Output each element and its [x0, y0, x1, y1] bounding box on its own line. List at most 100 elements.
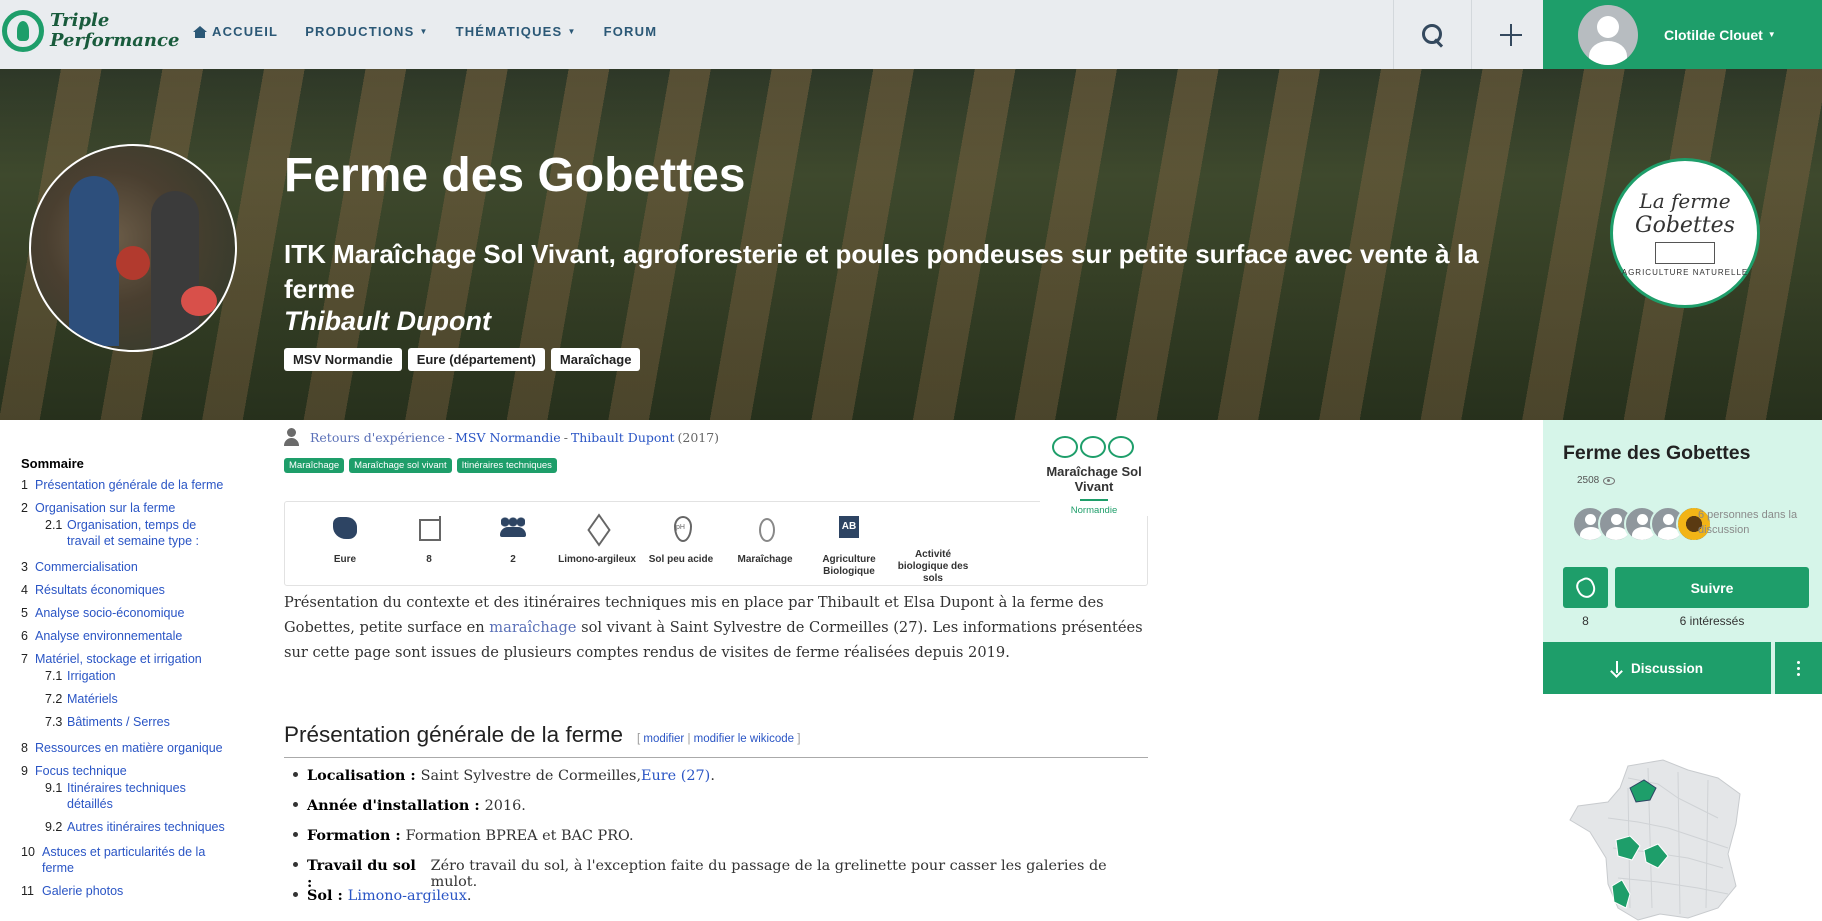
people-icon — [499, 514, 527, 542]
toc-item[interactable]: 9 Focus technique — [21, 763, 241, 779]
arrow-down-icon — [1611, 661, 1623, 675]
toc-item[interactable]: 3 Commercialisation — [21, 559, 241, 575]
soil-link[interactable]: Limono-argileux — [348, 888, 467, 904]
breadcrumb-link[interactable]: Thibault Dupont — [571, 430, 675, 445]
user-menu[interactable]: Clotilde Clouet ▼ — [1543, 0, 1822, 69]
clapping-hands-icon — [1573, 574, 1598, 601]
toc-item[interactable]: 2.1 Organisation, temps de travail et sem… — [21, 517, 221, 549]
toc-item[interactable]: 1 Présentation générale de la ferme — [21, 477, 241, 493]
clap-count: 8 — [1582, 614, 1589, 628]
search-button[interactable] — [1393, 0, 1471, 69]
section-edit-links: [ modifier | modifier le wikicode ] — [636, 733, 801, 745]
wheat-logo-icon — [2, 10, 44, 52]
breadcrumb-separator: - — [447, 429, 453, 445]
edit-wikicode-link[interactable]: modifier le wikicode — [694, 733, 794, 745]
info-item-soil[interactable]: Limono-argileux — [555, 514, 639, 585]
toc-item[interactable]: 6 Analyse environnementale — [21, 628, 241, 644]
toc-item[interactable]: 8 Ressources en matière organique — [21, 740, 241, 756]
panel-title: Ferme des Gobettes — [1563, 442, 1751, 464]
hero-tag[interactable]: Eure (département) — [407, 348, 545, 371]
info-item-production[interactable]: Maraîchage — [723, 514, 807, 585]
clap-button[interactable] — [1563, 567, 1608, 608]
ph-icon — [667, 514, 695, 542]
list-item: Travail du sol : Zéro travail du sol, à l… — [284, 857, 1154, 891]
nav-forum-label: FORUM — [603, 24, 658, 39]
caret-down-icon: ▼ — [567, 27, 577, 36]
toc-item[interactable]: 2 Organisation sur la ferme — [21, 500, 241, 516]
info-item-organic: Agriculture Biologique — [807, 514, 891, 585]
discussion-button[interactable]: Discussion — [1543, 642, 1771, 694]
vegetable-icon — [751, 514, 779, 542]
caret-down-icon: ▼ — [419, 27, 429, 36]
page-subtitle: ITK Maraîchage Sol Vivant, agroforesteri… — [284, 239, 1479, 304]
more-options-button[interactable] — [1775, 642, 1822, 694]
maraichage-link[interactable]: maraîchage — [489, 619, 576, 636]
farm-info-box: Eure 8 2 Limono-argileux Sol peu acide M… — [284, 501, 1148, 586]
breadcrumb-link[interactable]: MSV Normandie — [455, 430, 561, 445]
eure-link[interactable]: Eure (27) — [641, 768, 710, 784]
follow-button[interactable]: Suivre — [1615, 567, 1809, 608]
hero-tag[interactable]: Maraîchage — [550, 348, 641, 371]
soil-activity-icon — [919, 514, 947, 537]
home-icon — [193, 25, 207, 38]
logo-line-1: Triple — [50, 10, 110, 31]
table-of-contents: Sommaire 1 Présentation générale de la fe… — [21, 456, 241, 906]
kebab-menu-icon — [1797, 660, 1800, 664]
list-item: Localisation : Saint Sylvestre de Cormeil… — [284, 767, 1154, 797]
edit-link[interactable]: modifier — [643, 733, 684, 745]
toc-item[interactable]: 7.1 Irrigation — [21, 668, 241, 684]
toc-item[interactable]: 4 Résultats économiques — [21, 582, 241, 598]
toc-item[interactable]: 9.1 Itinéraires techniques détaillés — [21, 780, 211, 812]
nav-home[interactable]: ACCUEIL — [193, 24, 278, 39]
user-avatar — [1578, 4, 1638, 65]
toc-item[interactable]: 7.3 Bâtiments / Serres — [21, 714, 241, 730]
breadcrumb-separator: - — [563, 429, 568, 445]
toc-item[interactable]: 10 Astuces et particularités de la ferme — [21, 844, 221, 876]
breadcrumb: Retours d'expérience - MSV Normandie - T… — [284, 428, 719, 446]
nav-thematiques-label: THÉMATIQUES — [455, 24, 563, 39]
nav-home-label: ACCUEIL — [212, 24, 279, 39]
toc-item[interactable]: 7 Matériel, stockage et irrigation — [21, 651, 241, 667]
map-icon — [331, 514, 359, 542]
dna-helix-icon — [1052, 436, 1136, 458]
page-author[interactable]: Thibault Dupont — [284, 306, 491, 337]
info-item-department[interactable]: Eure — [303, 514, 387, 585]
eye-icon — [1603, 476, 1616, 485]
intro-paragraph: Présentation du contexte et des itinérai… — [284, 594, 1143, 661]
keyword-tag[interactable]: Itinéraires techniques — [456, 458, 557, 473]
nav-thematiques[interactable]: THÉMATIQUES ▼ — [456, 24, 577, 39]
dimensions-icon — [415, 514, 443, 542]
toc-item[interactable]: 5 Analyse socio-économique — [21, 605, 241, 621]
breadcrumb-year: (2017) — [677, 429, 720, 445]
section-heading: Présentation générale de la ferme [ modi… — [284, 722, 1148, 758]
toc-item[interactable]: 7.2 Matériels — [21, 691, 241, 707]
msv-name: Maraîchage Sol Vivant — [1046, 464, 1142, 494]
france-departments-map[interactable] — [1568, 758, 1748, 921]
site-logo[interactable]: Triple Performance — [0, 10, 179, 52]
hero-tag[interactable]: MSV Normandie — [284, 348, 402, 371]
toc-item[interactable]: 11 Galerie photos — [21, 883, 241, 899]
info-item-surface: 8 — [387, 514, 471, 585]
participant-avatars — [1572, 506, 1712, 542]
follow-count: 6 intéressés — [1679, 614, 1745, 628]
section-title: Présentation générale de la ferme — [284, 722, 623, 747]
msv-region: Normandie — [1070, 505, 1118, 516]
info-item-soil-activity: Activité biologique des sols — [891, 514, 975, 585]
keyword-tag[interactable]: Maraîchage — [284, 458, 345, 473]
msv-logo[interactable]: Maraîchage Sol Vivant Normandie — [1040, 436, 1148, 516]
keyword-tag[interactable]: Maraîchage sol vivant — [349, 458, 452, 473]
nav-productions[interactable]: PRODUCTIONS ▼ — [305, 24, 428, 39]
toc-item[interactable]: 9.2 Autres itinéraires techniques — [21, 819, 241, 835]
add-button[interactable] — [1471, 0, 1549, 69]
toc-title: Sommaire — [21, 456, 84, 471]
farmhouse-drawing — [1655, 242, 1715, 264]
list-item: Formation : Formation BPREA et BAC PRO. — [284, 827, 1154, 857]
hero-tags: MSV Normandie Eure (département) Maraîch… — [284, 348, 641, 371]
plus-icon — [1499, 23, 1522, 46]
nav-forum[interactable]: FORUM — [604, 24, 658, 39]
main-menu: ACCUEIL PRODUCTIONS ▼ THÉMATIQUES ▼ FORU… — [193, 24, 657, 39]
soil-icon — [583, 514, 611, 542]
caret-down-icon: ▼ — [1767, 30, 1776, 39]
search-icon — [1421, 23, 1444, 46]
breadcrumb-link[interactable]: Retours d'expérience — [310, 430, 445, 445]
